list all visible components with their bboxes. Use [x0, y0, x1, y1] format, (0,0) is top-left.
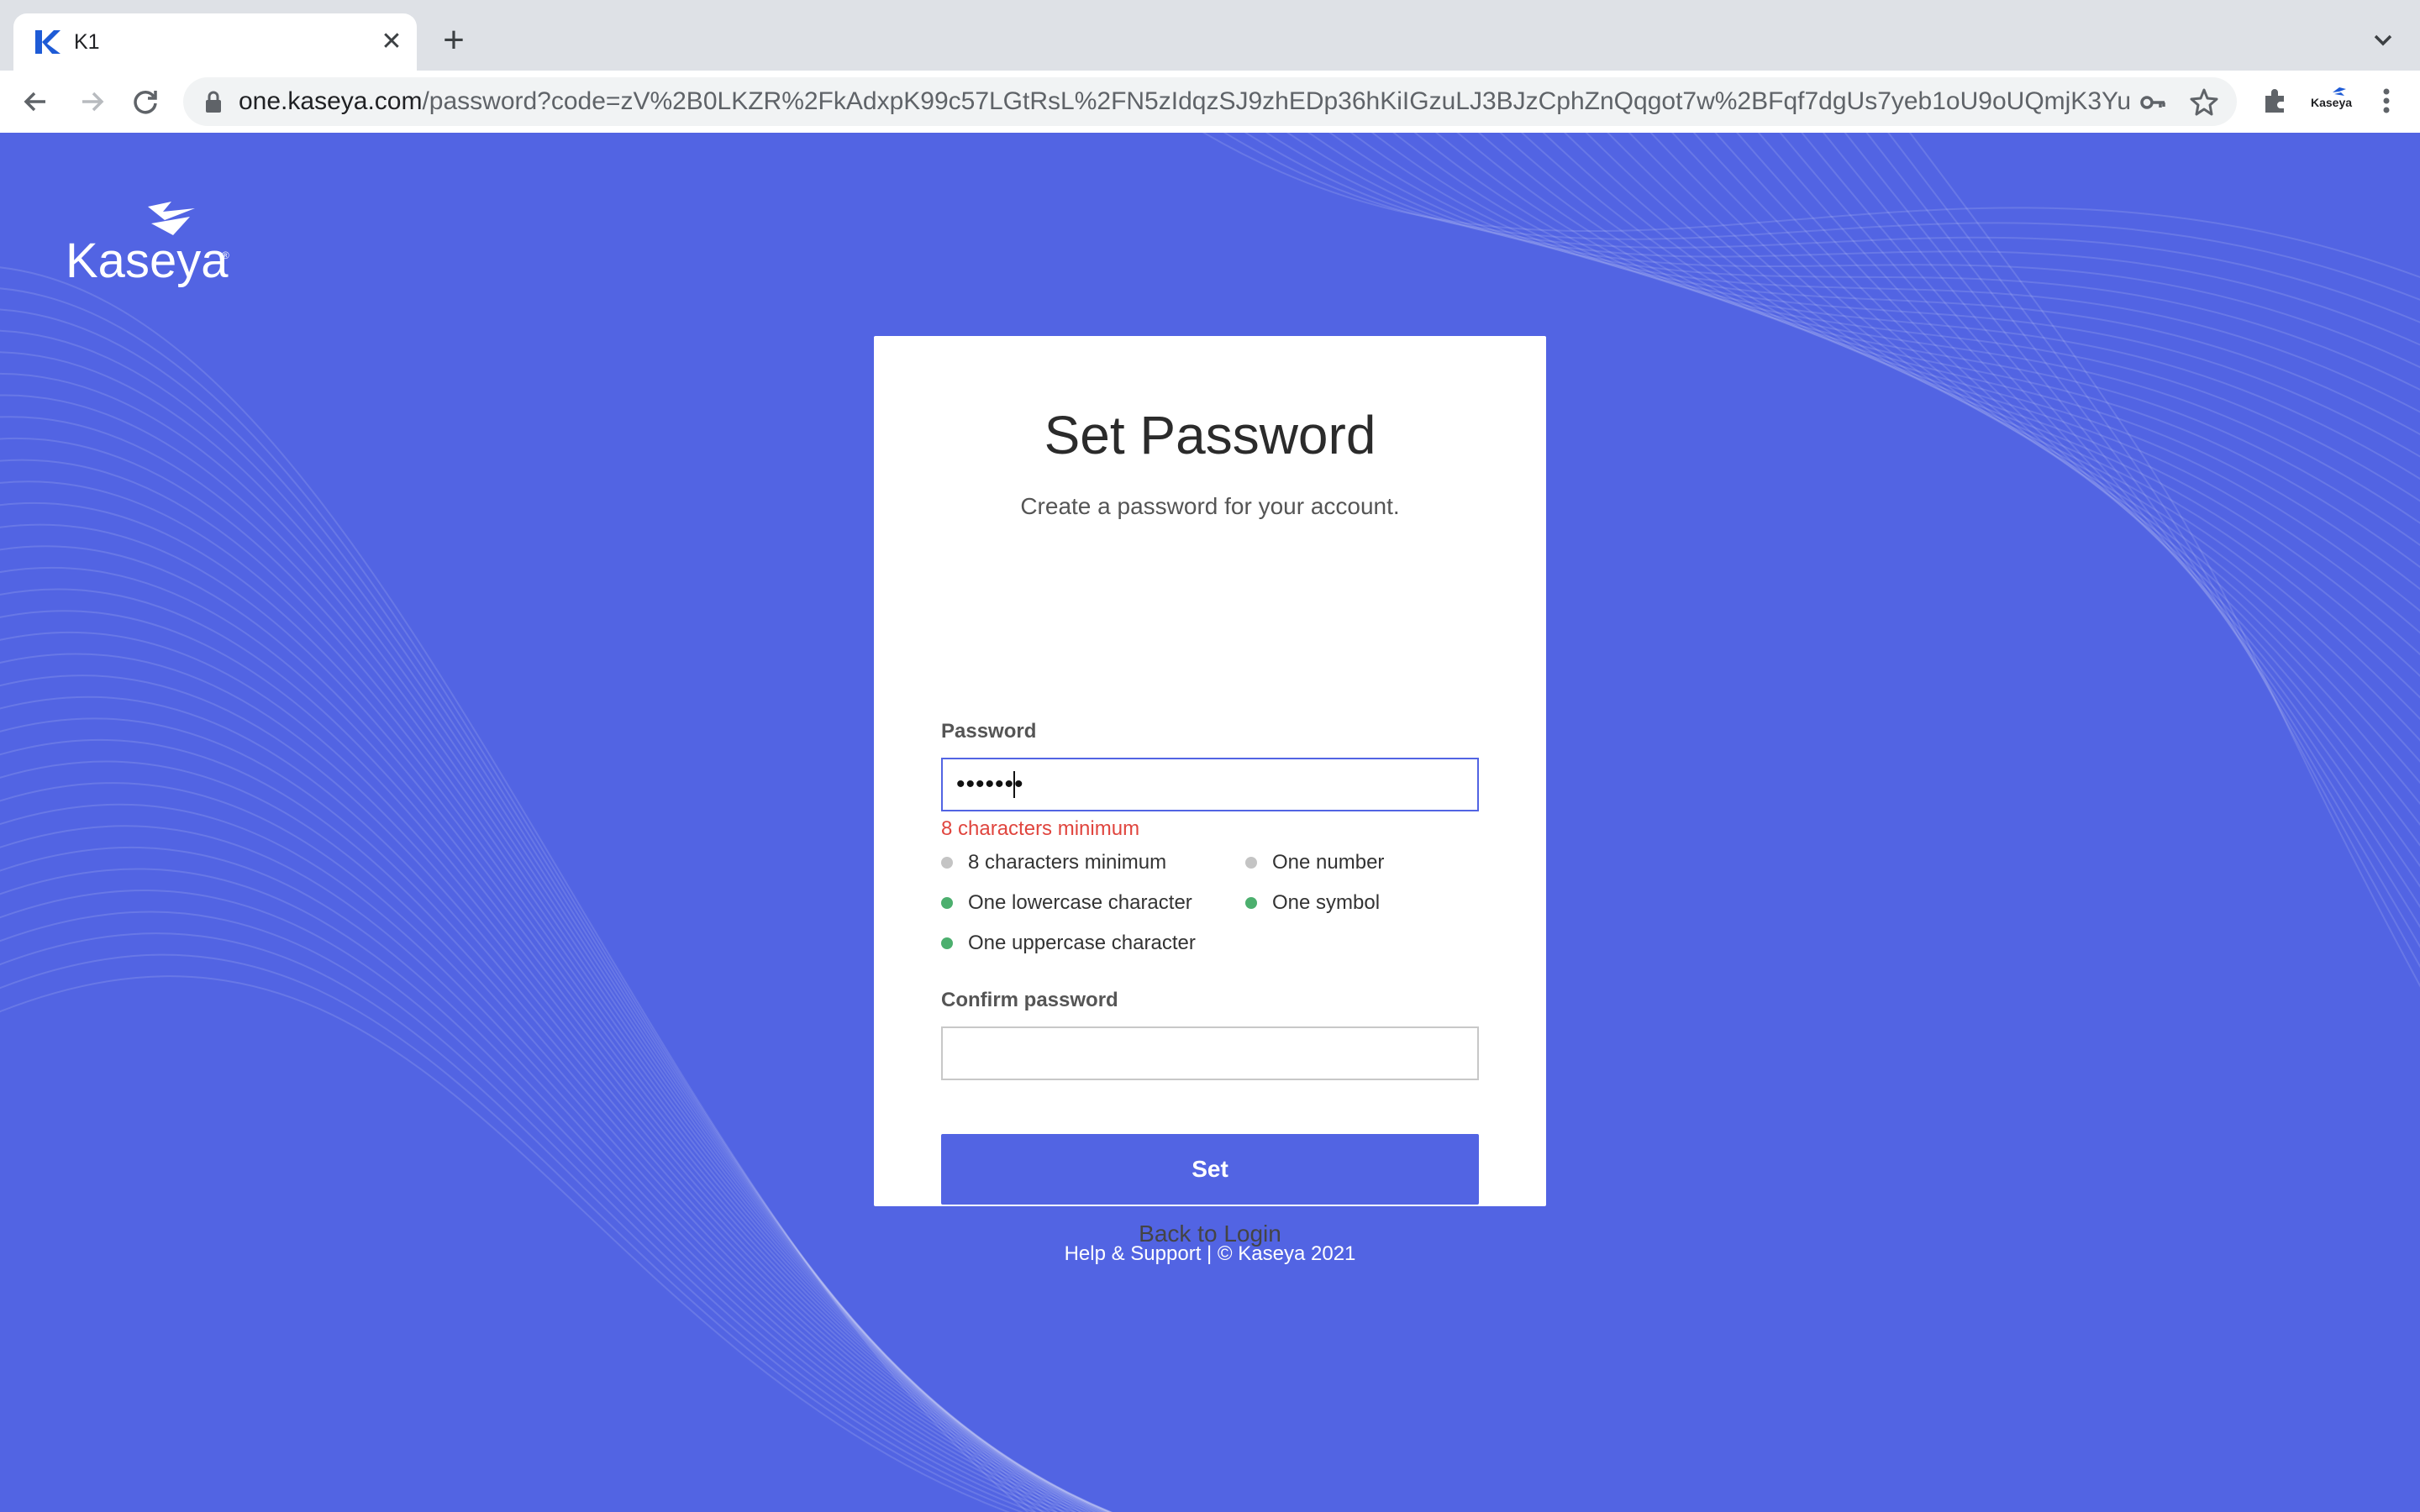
- kaseya-extension-icon[interactable]: Kaseya: [2309, 87, 2353, 114]
- password-input[interactable]: •••••••: [941, 758, 1479, 811]
- page-title: Set Password: [1044, 405, 1376, 465]
- requirement-min-length-indicator: [941, 857, 953, 869]
- lock-icon[interactable]: [202, 89, 225, 114]
- kaseya-favicon-icon: [35, 30, 60, 54]
- browser-tab[interactable]: K1 ✕: [13, 13, 417, 71]
- password-label: Password: [941, 720, 1037, 743]
- requirement-number: One number: [1272, 851, 1385, 874]
- kaseya-logo: Kaseya ®: [66, 202, 229, 288]
- requirement-uppercase-indicator: [941, 937, 953, 949]
- url-domain: one.kaseya.com: [239, 88, 423, 115]
- requirement-number-indicator: [1245, 857, 1257, 869]
- new-tab-icon[interactable]: +: [434, 22, 474, 62]
- extensions-puzzle-icon[interactable]: [2259, 84, 2292, 118]
- requirement-lowercase-indicator: [941, 897, 953, 909]
- page-background: Kaseya ® Set Password Create a password …: [0, 133, 2420, 1512]
- confirm-password-input[interactable]: [941, 1026, 1479, 1080]
- tab-title: K1: [74, 30, 100, 54]
- confirm-password-label: Confirm password: [941, 989, 1118, 1011]
- set-password-card: Set Password Create a password for your …: [874, 336, 1546, 1247]
- back-icon[interactable]: [18, 84, 54, 119]
- tab-strip: K1 ✕ +: [0, 0, 2420, 71]
- requirement-lowercase: One lowercase character: [968, 891, 1192, 914]
- requirement-uppercase: One uppercase character: [968, 932, 1196, 954]
- tab-search-chevron-icon[interactable]: [2368, 25, 2398, 55]
- forward-icon[interactable]: [74, 84, 109, 119]
- browser-menu-icon[interactable]: [2370, 84, 2403, 118]
- password-key-icon[interactable]: [2138, 87, 2168, 118]
- browser-toolbar: one.kaseya.com/password?code=zV%2B0LKZR%…: [0, 71, 2420, 134]
- svg-text:®: ®: [222, 249, 229, 261]
- footer-help-support[interactable]: Help & Support | © Kaseya 2021: [0, 1242, 2420, 1267]
- text-caret: [1013, 771, 1015, 798]
- url-path: /password?code=zV%2B0LKZR%2FkAdxpK99c57L…: [422, 88, 2129, 115]
- address-bar[interactable]: one.kaseya.com/password?code=zV%2B0LKZR%…: [183, 77, 2237, 126]
- svg-text:Kaseya: Kaseya: [66, 234, 229, 288]
- set-button[interactable]: Set: [941, 1134, 1479, 1205]
- reload-icon[interactable]: [128, 84, 163, 119]
- requirement-min-length: 8 characters minimum: [968, 851, 1167, 874]
- page-subtitle: Create a password for your account.: [1020, 493, 1400, 519]
- requirement-symbol-indicator: [1245, 897, 1257, 909]
- tab-close-icon[interactable]: ✕: [375, 25, 408, 59]
- url-text: one.kaseya.com/password?code=zV%2B0LKZR%…: [239, 88, 2129, 115]
- requirement-symbol: One symbol: [1272, 891, 1381, 914]
- bookmark-star-icon[interactable]: [2188, 87, 2220, 118]
- kaseya-extension-label: Kaseya: [2311, 96, 2353, 109]
- password-error: 8 characters minimum: [941, 817, 1140, 840]
